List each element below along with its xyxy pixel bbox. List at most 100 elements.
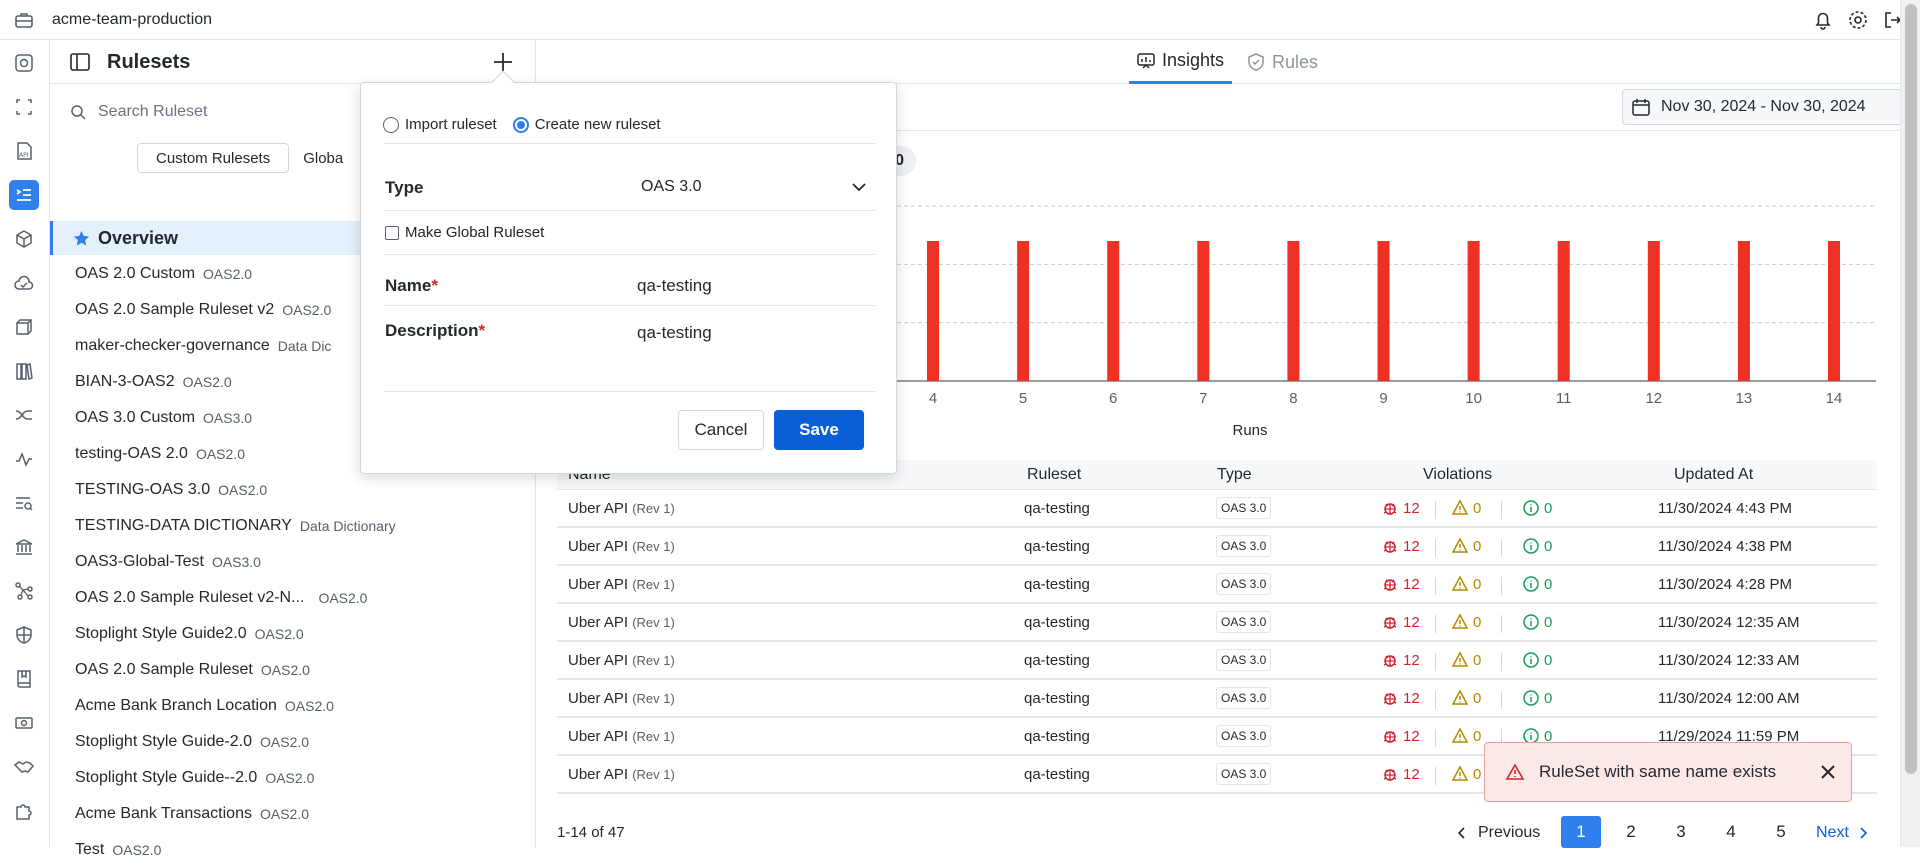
handshake-icon[interactable] (9, 752, 39, 782)
info-count: 0 (1522, 689, 1552, 707)
chart-bar[interactable] (1467, 241, 1480, 381)
type-select[interactable]: OAS 3.0 (637, 169, 877, 205)
cancel-button[interactable]: Cancel (678, 410, 764, 450)
ruleset-list-item[interactable]: TESTING-DATA DICTIONARY Data Dictionary (50, 508, 536, 544)
api-icon[interactable]: API (9, 136, 39, 166)
ruleset-segment-control: Custom Rulesets Globa (137, 143, 354, 173)
chart-bar[interactable] (1557, 241, 1570, 381)
warning-icon (1451, 651, 1469, 667)
page-5-button[interactable]: 5 (1761, 816, 1801, 848)
table-row[interactable]: Uber API (Rev 1) qa-testing OAS 3.0 12 0 0 11/… (557, 566, 1877, 604)
chart-bar[interactable] (1737, 241, 1750, 381)
list-search-icon[interactable] (9, 488, 39, 518)
custom-rulesets-tab[interactable]: Custom Rulesets (137, 143, 290, 173)
design-icon[interactable] (9, 92, 39, 122)
chart-bar[interactable] (1197, 241, 1210, 381)
row-updated-at: 11/30/2024 12:00 AM (1658, 690, 1800, 707)
close-icon[interactable] (1819, 763, 1837, 781)
bell-icon[interactable] (1812, 9, 1834, 31)
table-row[interactable]: Uber API (Rev 1) qa-testing OAS 3.0 12 0 0 11/… (557, 528, 1877, 566)
network-icon[interactable] (9, 576, 39, 606)
ruleset-list-item[interactable]: Test OAS2.0 (50, 832, 536, 868)
sidebar-toggle-icon[interactable] (70, 53, 90, 71)
create-ruleset-popover: Import ruleset Create new ruleset Type O… (360, 70, 897, 474)
ruleset-list-item[interactable]: OAS 2.0 Sample Ruleset OAS2.0 (50, 652, 536, 688)
x-tick-label: 9 (1379, 390, 1387, 407)
rulesets-icon[interactable] (9, 180, 39, 210)
warning-count-value: 0 (1473, 575, 1482, 593)
row-name[interactable]: Uber API (Rev 1) (568, 766, 675, 783)
page-1-button[interactable]: 1 (1561, 816, 1601, 848)
puzzle-icon[interactable] (9, 796, 39, 826)
col-ruleset[interactable]: Ruleset (1027, 466, 1081, 484)
warning-icon (1451, 689, 1469, 705)
page-2-button[interactable]: 2 (1611, 816, 1651, 848)
page-scrollbar[interactable] (1900, 0, 1920, 847)
warning-count: 0 (1451, 689, 1481, 707)
chart-bar[interactable] (1017, 241, 1030, 381)
warning-count: 0 (1451, 765, 1481, 783)
table-row[interactable]: Uber API (Rev 1) qa-testing OAS 3.0 12 0 0 11/… (557, 680, 1877, 718)
global-rulesets-tab[interactable]: Globa (293, 143, 354, 173)
chart-bar[interactable] (1377, 241, 1390, 381)
row-name[interactable]: Uber API (Rev 1) (568, 500, 675, 517)
cube-icon[interactable] (9, 312, 39, 342)
col-type[interactable]: Type (1217, 466, 1252, 484)
row-name[interactable]: Uber API (Rev 1) (568, 728, 675, 745)
cloud-check-icon[interactable] (9, 268, 39, 298)
import-ruleset-radio[interactable] (383, 116, 399, 133)
row-name[interactable]: Uber API (Rev 1) (568, 576, 675, 593)
page-4-button[interactable]: 4 (1711, 816, 1751, 848)
book-icon[interactable] (9, 664, 39, 694)
chart-bar[interactable] (1107, 241, 1120, 381)
date-range-picker[interactable]: Nov 30, 2024 - Nov 30, 2024 (1622, 89, 1914, 125)
package-icon[interactable] (9, 224, 39, 254)
chart-bar[interactable] (1828, 241, 1840, 381)
shield-check-icon (1248, 53, 1264, 71)
shield-icon[interactable] (9, 620, 39, 650)
ruleset-list-item[interactable]: Stoplight Style Guide--2.0 OAS2.0 (50, 760, 536, 796)
row-name[interactable]: Uber API (Rev 1) (568, 538, 675, 555)
ruleset-list-item[interactable]: Acme Bank Branch Location OAS2.0 (50, 688, 536, 724)
ruleset-list-item[interactable]: Acme Bank Transactions OAS2.0 (50, 796, 536, 832)
tab-rules[interactable]: Rules (1247, 40, 1318, 84)
global-ruleset-checkbox[interactable] (385, 225, 399, 240)
gear-icon[interactable] (1847, 9, 1869, 31)
table-row[interactable]: Uber API (Rev 1) qa-testing OAS 3.0 12 0 0 11/… (557, 490, 1877, 528)
ruleset-name: OAS3-Global-Test (75, 553, 204, 570)
ruleset-list-item[interactable]: Stoplight Style Guide2.0 OAS2.0 (50, 616, 536, 652)
chart-bar[interactable] (1647, 241, 1660, 381)
activity-icon[interactable] (9, 444, 39, 474)
row-name[interactable]: Uber API (Rev 1) (568, 690, 675, 707)
chart-bar[interactable] (927, 241, 939, 381)
table-row[interactable]: Uber API (Rev 1) qa-testing OAS 3.0 12 0 0 11/… (557, 604, 1877, 642)
ruleset-list-item[interactable]: TESTING-OAS 3.0 OAS2.0 (50, 472, 536, 508)
save-button[interactable]: Save (774, 410, 864, 450)
description-input[interactable]: qa-testing (637, 323, 712, 343)
page-3-button[interactable]: 3 (1661, 816, 1701, 848)
ruleset-list-item[interactable]: OAS3-Global-Test OAS3.0 (50, 544, 536, 580)
org-name[interactable]: acme-team-production (52, 11, 212, 29)
col-updated-at[interactable]: Updated At (1674, 466, 1753, 484)
ruleset-list-item[interactable]: Stoplight Style Guide-2.0 OAS2.0 (50, 724, 536, 760)
description-label-text: Description (385, 321, 479, 340)
row-name[interactable]: Uber API (Rev 1) (568, 652, 675, 669)
scrollbar-thumb[interactable] (1905, 4, 1917, 774)
money-icon[interactable] (9, 708, 39, 738)
table-row[interactable]: Uber API (Rev 1) qa-testing OAS 3.0 12 0 0 11/… (557, 642, 1877, 680)
library-icon[interactable] (9, 356, 39, 386)
dashboard-icon[interactable] (9, 48, 39, 78)
bank-icon[interactable] (9, 532, 39, 562)
warning-count-value: 0 (1473, 651, 1482, 669)
ruleset-list-item[interactable]: OAS 2.0 Sample Ruleset v2-N... OAS2.0 (50, 580, 536, 616)
chart-bar[interactable] (1287, 241, 1300, 381)
previous-page-button[interactable]: Previous (1456, 818, 1540, 848)
col-violations[interactable]: Violations (1423, 466, 1492, 484)
row-name[interactable]: Uber API (Rev 1) (568, 614, 675, 631)
tab-insights[interactable]: Insights (1129, 40, 1233, 84)
error-count-value: 12 (1403, 613, 1420, 631)
create-ruleset-radio[interactable] (512, 116, 529, 133)
next-page-button[interactable]: Next (1816, 818, 1869, 848)
name-input[interactable]: qa-testing (637, 276, 712, 296)
merge-icon[interactable] (9, 400, 39, 430)
